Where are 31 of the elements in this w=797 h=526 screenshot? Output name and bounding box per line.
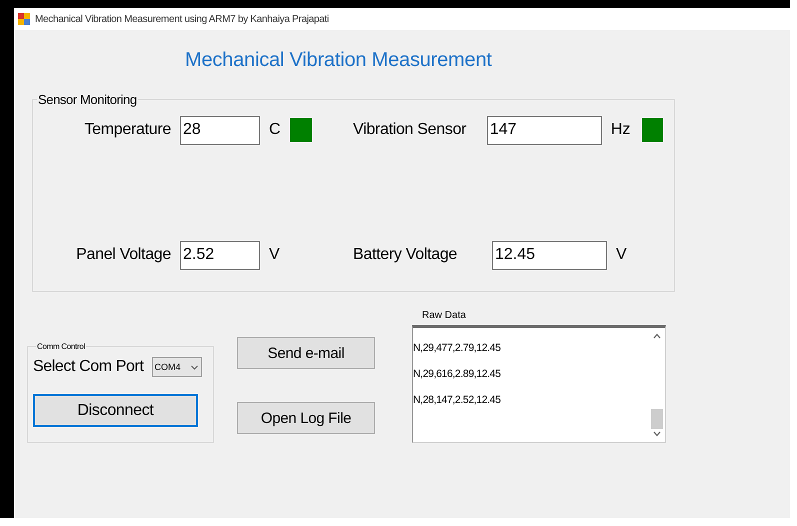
unit-label: C [269, 121, 281, 139]
data-line: N,28,147,2.52,12.45 [413, 394, 502, 407]
scrollbar-thumb[interactable] [650, 409, 662, 429]
action-button[interactable]: Open Log File [237, 402, 375, 434]
unit-label: V [269, 246, 281, 264]
field-label: Temperature [83, 121, 171, 139]
field-label: Battery Voltage [353, 246, 458, 264]
reading-field[interactable]: 28 [180, 116, 260, 144]
disconnect-button[interactable]: Disconnect [33, 394, 198, 427]
scroll-up-icon[interactable] [652, 333, 660, 339]
unit-label: V [616, 246, 628, 264]
field-label: Panel Voltage [75, 246, 171, 264]
scroll-down-icon[interactable] [652, 431, 660, 437]
app-heading: Mechanical Vibration Measurement [185, 48, 493, 72]
group-title: Comm Control [36, 342, 86, 351]
unit-label: Hz [610, 121, 632, 139]
port-label: Select Com Port [33, 358, 144, 376]
group-title: Sensor Monitoring [37, 92, 138, 107]
reading-field[interactable]: 12.45 [492, 240, 607, 270]
raw-data-box[interactable]: N,29,477,2.79,12.45 N,29,616,2.89,12.45 N,28,147,2.52,12.45 [412, 325, 666, 443]
com-port-dropdown[interactable]: COM4 [152, 357, 202, 377]
caret-icon [190, 364, 198, 370]
action-button[interactable]: Send e-mail [237, 337, 375, 369]
reading-field[interactable]: 2.52 [180, 240, 260, 270]
app-icon [18, 13, 30, 25]
raw-data-label: Raw Data [422, 310, 467, 321]
window-title: Mechanical Vibration Measurement using ARM7 by Kanhaiya Prajapati [35, 14, 329, 24]
data-line: N,29,477,2.79,12.45 [413, 342, 502, 355]
field-label: Vibration Sensor [353, 121, 468, 139]
data-line: N,29,616,2.89,12.45 [413, 368, 502, 381]
reading-field[interactable]: 147 [486, 116, 602, 144]
